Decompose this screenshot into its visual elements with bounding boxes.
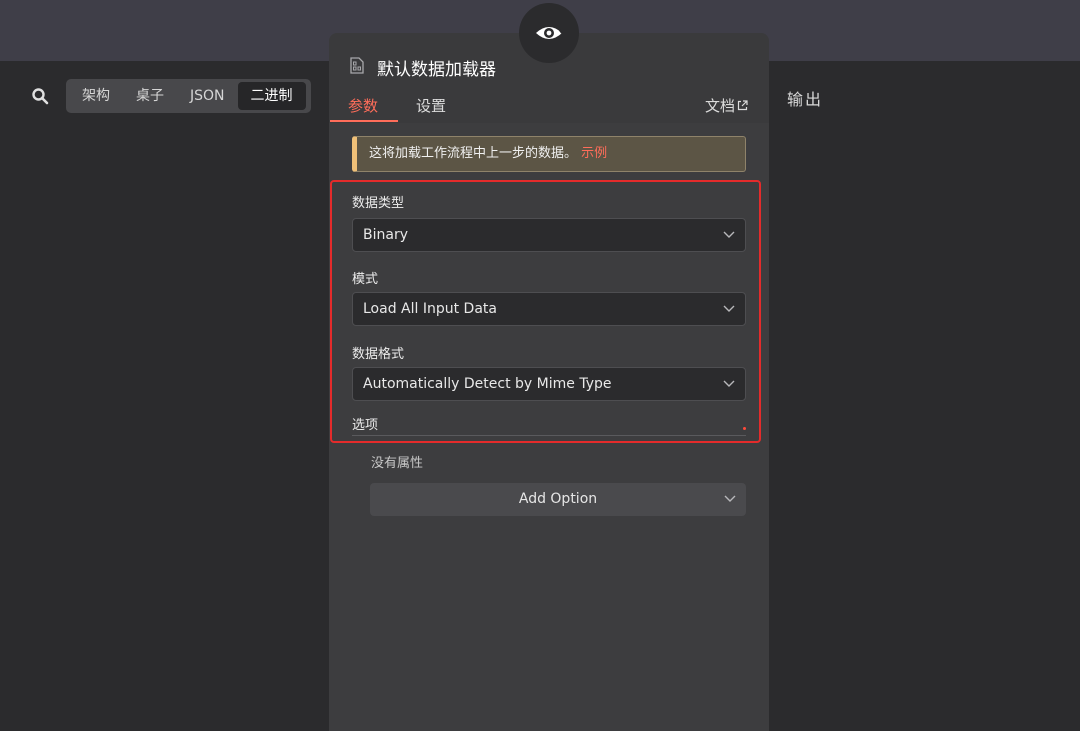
external-link-icon bbox=[737, 100, 748, 111]
docs-link-label: 文档 bbox=[705, 97, 736, 115]
search-icon[interactable] bbox=[31, 87, 49, 105]
info-notice: 这将加载工作流程中上一步的数据。 示例 bbox=[352, 136, 746, 172]
view-option-schema[interactable]: 架构 bbox=[69, 82, 123, 110]
data-format-select[interactable]: Automatically Detect by Mime Type bbox=[352, 367, 746, 401]
chevron-down-icon bbox=[723, 305, 735, 312]
notice-text: 这将加载工作流程中上一步的数据。 bbox=[369, 146, 578, 161]
add-option-button[interactable]: Add Option bbox=[370, 483, 746, 516]
active-tab-underline bbox=[330, 120, 398, 122]
example-link[interactable]: 示例 bbox=[581, 146, 607, 161]
data-type-select[interactable]: Binary bbox=[352, 218, 746, 252]
required-dot bbox=[743, 427, 746, 430]
chevron-down-icon bbox=[723, 380, 735, 387]
chevron-down-icon bbox=[724, 495, 736, 502]
add-option-label: Add Option bbox=[518, 491, 598, 507]
tab-settings[interactable]: 设置 bbox=[416, 95, 446, 116]
chevron-down-icon bbox=[723, 231, 735, 238]
data-format-label: 数据格式 bbox=[352, 347, 405, 362]
options-divider bbox=[352, 435, 746, 436]
options-label: 选项 bbox=[352, 418, 379, 433]
mode-label: 模式 bbox=[352, 272, 379, 287]
docs-link[interactable]: 文档 bbox=[705, 95, 748, 116]
data-type-label: 数据类型 bbox=[352, 196, 405, 211]
view-option-binary[interactable]: 二进制 bbox=[237, 82, 306, 110]
view-option-table[interactable]: 桌子 bbox=[123, 82, 177, 110]
output-pane bbox=[769, 61, 1080, 731]
no-properties-text: 没有属性 bbox=[371, 456, 424, 471]
tab-parameters[interactable]: 参数 bbox=[348, 95, 378, 116]
eye-icon bbox=[536, 24, 563, 39]
document-icon bbox=[350, 57, 364, 74]
output-label: 输出 bbox=[787, 90, 824, 109]
input-pane bbox=[0, 61, 329, 731]
view-option-json[interactable]: JSON bbox=[177, 82, 238, 110]
eye-button[interactable] bbox=[519, 3, 579, 63]
data-format-value: Automatically Detect by Mime Type bbox=[363, 376, 612, 392]
mode-value: Load All Input Data bbox=[363, 301, 497, 317]
mode-select[interactable]: Load All Input Data bbox=[352, 292, 746, 326]
data-type-value: Binary bbox=[363, 227, 408, 243]
node-title: 默认数据加载器 bbox=[377, 60, 496, 80]
input-view-toggle: 架构 桌子 JSON 二进制 bbox=[66, 79, 311, 113]
